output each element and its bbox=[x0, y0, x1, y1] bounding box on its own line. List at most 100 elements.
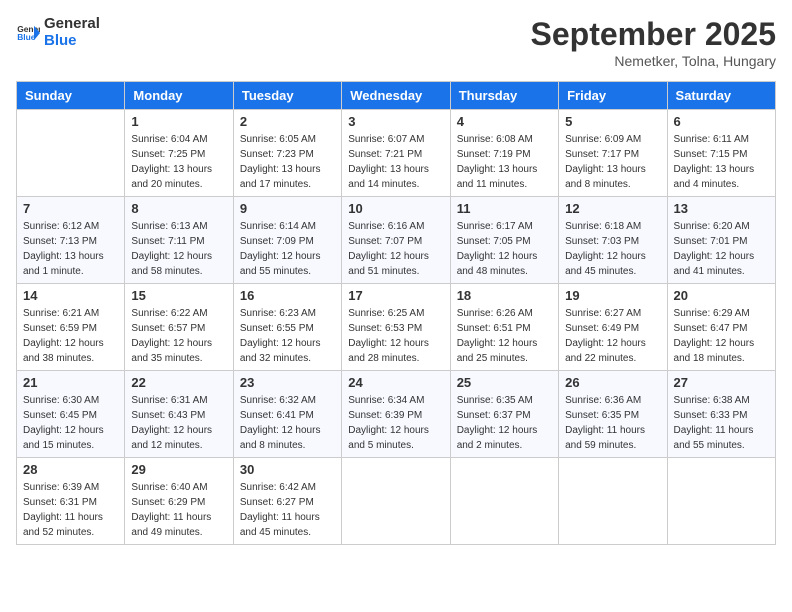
svg-text:Blue: Blue bbox=[17, 32, 36, 42]
day-number: 28 bbox=[23, 462, 118, 477]
day-info: Sunrise: 6:20 AMSunset: 7:01 PMDaylight:… bbox=[674, 219, 769, 279]
day-cell: 15 Sunrise: 6:22 AMSunset: 6:57 PMDayligh… bbox=[125, 284, 233, 371]
day-cell: 19 Sunrise: 6:27 AMSunset: 6:49 PMDayligh… bbox=[559, 284, 667, 371]
calendar-table: SundayMondayTuesdayWednesdayThursdayFrid… bbox=[16, 81, 776, 545]
day-info: Sunrise: 6:35 AMSunset: 6:37 PMDaylight:… bbox=[457, 393, 552, 453]
day-info: Sunrise: 6:12 AMSunset: 7:13 PMDaylight:… bbox=[23, 219, 118, 279]
day-cell: 17 Sunrise: 6:25 AMSunset: 6:53 PMDayligh… bbox=[342, 284, 450, 371]
day-info: Sunrise: 6:36 AMSunset: 6:35 PMDaylight:… bbox=[565, 393, 660, 453]
col-header-sunday: Sunday bbox=[17, 82, 125, 110]
day-info: Sunrise: 6:26 AMSunset: 6:51 PMDaylight:… bbox=[457, 306, 552, 366]
day-info: Sunrise: 6:13 AMSunset: 7:11 PMDaylight:… bbox=[131, 219, 226, 279]
day-info: Sunrise: 6:39 AMSunset: 6:31 PMDaylight:… bbox=[23, 480, 118, 540]
day-cell: 4 Sunrise: 6:08 AMSunset: 7:19 PMDaylight… bbox=[450, 110, 558, 197]
location-subtitle: Nemetker, Tolna, Hungary bbox=[531, 53, 776, 69]
day-info: Sunrise: 6:42 AMSunset: 6:27 PMDaylight:… bbox=[240, 480, 335, 540]
day-number: 12 bbox=[565, 201, 660, 216]
day-info: Sunrise: 6:04 AMSunset: 7:25 PMDaylight:… bbox=[131, 132, 226, 192]
day-cell: 13 Sunrise: 6:20 AMSunset: 7:01 PMDayligh… bbox=[667, 197, 775, 284]
day-cell: 27Sunrise: 6:38 AMSunset: 6:33 PMDayligh… bbox=[667, 371, 775, 458]
day-cell: 6Sunrise: 6:11 AMSunset: 7:15 PMDaylight… bbox=[667, 110, 775, 197]
day-info: Sunrise: 6:31 AMSunset: 6:43 PMDaylight:… bbox=[131, 393, 226, 453]
day-number: 19 bbox=[565, 288, 660, 303]
day-number: 25 bbox=[457, 375, 552, 390]
day-info: Sunrise: 6:22 AMSunset: 6:57 PMDaylight:… bbox=[131, 306, 226, 366]
logo-text-blue: Blue bbox=[44, 33, 100, 50]
day-cell: 22 Sunrise: 6:31 AMSunset: 6:43 PMDayligh… bbox=[125, 371, 233, 458]
title-block: September 2025 Nemetker, Tolna, Hungary bbox=[531, 16, 776, 69]
week-row-1: 1 Sunrise: 6:04 AMSunset: 7:25 PMDaylight… bbox=[17, 110, 776, 197]
day-info: Sunrise: 6:38 AMSunset: 6:33 PMDaylight:… bbox=[674, 393, 769, 453]
day-info: Sunrise: 6:29 AMSunset: 6:47 PMDaylight:… bbox=[674, 306, 769, 366]
logo: General Blue General Blue bbox=[16, 16, 100, 49]
day-number: 1 bbox=[131, 114, 226, 129]
day-number: 17 bbox=[348, 288, 443, 303]
col-header-thursday: Thursday bbox=[450, 82, 558, 110]
day-info: Sunrise: 6:09 AMSunset: 7:17 PMDaylight:… bbox=[565, 132, 660, 192]
day-cell: 18 Sunrise: 6:26 AMSunset: 6:51 PMDayligh… bbox=[450, 284, 558, 371]
day-info: Sunrise: 6:11 AMSunset: 7:15 PMDaylight:… bbox=[674, 132, 769, 192]
day-info: Sunrise: 6:08 AMSunset: 7:19 PMDaylight:… bbox=[457, 132, 552, 192]
day-cell: 10 Sunrise: 6:16 AMSunset: 7:07 PMDayligh… bbox=[342, 197, 450, 284]
day-number: 5 bbox=[565, 114, 660, 129]
day-info: Sunrise: 6:16 AMSunset: 7:07 PMDaylight:… bbox=[348, 219, 443, 279]
day-number: 26 bbox=[565, 375, 660, 390]
day-number: 11 bbox=[457, 201, 552, 216]
day-info: Sunrise: 6:14 AMSunset: 7:09 PMDaylight:… bbox=[240, 219, 335, 279]
day-info: Sunrise: 6:05 AMSunset: 7:23 PMDaylight:… bbox=[240, 132, 335, 192]
day-info: Sunrise: 6:07 AMSunset: 7:21 PMDaylight:… bbox=[348, 132, 443, 192]
day-cell bbox=[667, 458, 775, 545]
day-info: Sunrise: 6:18 AMSunset: 7:03 PMDaylight:… bbox=[565, 219, 660, 279]
day-cell: 23 Sunrise: 6:32 AMSunset: 6:41 PMDayligh… bbox=[233, 371, 341, 458]
day-cell: 14Sunrise: 6:21 AMSunset: 6:59 PMDayligh… bbox=[17, 284, 125, 371]
day-info: Sunrise: 6:25 AMSunset: 6:53 PMDaylight:… bbox=[348, 306, 443, 366]
day-info: Sunrise: 6:27 AMSunset: 6:49 PMDaylight:… bbox=[565, 306, 660, 366]
col-header-saturday: Saturday bbox=[667, 82, 775, 110]
week-row-5: 28 Sunrise: 6:39 AMSunset: 6:31 PMDayligh… bbox=[17, 458, 776, 545]
day-number: 2 bbox=[240, 114, 335, 129]
day-cell: 24Sunrise: 6:34 AMSunset: 6:39 PMDayligh… bbox=[342, 371, 450, 458]
day-cell bbox=[342, 458, 450, 545]
day-info: Sunrise: 6:32 AMSunset: 6:41 PMDaylight:… bbox=[240, 393, 335, 453]
day-number: 22 bbox=[131, 375, 226, 390]
day-cell bbox=[559, 458, 667, 545]
header-row: SundayMondayTuesdayWednesdayThursdayFrid… bbox=[17, 82, 776, 110]
day-cell: 20 Sunrise: 6:29 AMSunset: 6:47 PMDayligh… bbox=[667, 284, 775, 371]
page-header: General Blue General Blue September 2025… bbox=[16, 16, 776, 69]
day-cell: 30 Sunrise: 6:42 AMSunset: 6:27 PMDayligh… bbox=[233, 458, 341, 545]
day-number: 3 bbox=[348, 114, 443, 129]
day-number: 9 bbox=[240, 201, 335, 216]
day-cell: 8Sunrise: 6:13 AMSunset: 7:11 PMDaylight… bbox=[125, 197, 233, 284]
day-cell: 12 Sunrise: 6:18 AMSunset: 7:03 PMDayligh… bbox=[559, 197, 667, 284]
col-header-wednesday: Wednesday bbox=[342, 82, 450, 110]
day-cell: 7 Sunrise: 6:12 AMSunset: 7:13 PMDaylight… bbox=[17, 197, 125, 284]
day-number: 7 bbox=[23, 201, 118, 216]
day-cell: 1 Sunrise: 6:04 AMSunset: 7:25 PMDaylight… bbox=[125, 110, 233, 197]
logo-text-general: General bbox=[44, 16, 100, 33]
logo-icon: General Blue bbox=[16, 21, 40, 45]
day-number: 21 bbox=[23, 375, 118, 390]
day-cell: 16Sunrise: 6:23 AMSunset: 6:55 PMDayligh… bbox=[233, 284, 341, 371]
day-number: 15 bbox=[131, 288, 226, 303]
day-cell: 3 Sunrise: 6:07 AMSunset: 7:21 PMDaylight… bbox=[342, 110, 450, 197]
day-cell: 28 Sunrise: 6:39 AMSunset: 6:31 PMDayligh… bbox=[17, 458, 125, 545]
day-number: 20 bbox=[674, 288, 769, 303]
day-number: 23 bbox=[240, 375, 335, 390]
day-number: 4 bbox=[457, 114, 552, 129]
day-number: 30 bbox=[240, 462, 335, 477]
day-cell: 11 Sunrise: 6:17 AMSunset: 7:05 PMDayligh… bbox=[450, 197, 558, 284]
week-row-4: 21 Sunrise: 6:30 AMSunset: 6:45 PMDayligh… bbox=[17, 371, 776, 458]
day-number: 10 bbox=[348, 201, 443, 216]
day-number: 29 bbox=[131, 462, 226, 477]
day-cell: 9 Sunrise: 6:14 AMSunset: 7:09 PMDaylight… bbox=[233, 197, 341, 284]
day-cell bbox=[450, 458, 558, 545]
day-number: 18 bbox=[457, 288, 552, 303]
day-number: 13 bbox=[674, 201, 769, 216]
day-info: Sunrise: 6:17 AMSunset: 7:05 PMDaylight:… bbox=[457, 219, 552, 279]
day-cell: 29 Sunrise: 6:40 AMSunset: 6:29 PMDayligh… bbox=[125, 458, 233, 545]
col-header-tuesday: Tuesday bbox=[233, 82, 341, 110]
day-cell bbox=[17, 110, 125, 197]
week-row-3: 14Sunrise: 6:21 AMSunset: 6:59 PMDayligh… bbox=[17, 284, 776, 371]
day-info: Sunrise: 6:30 AMSunset: 6:45 PMDaylight:… bbox=[23, 393, 118, 453]
day-info: Sunrise: 6:40 AMSunset: 6:29 PMDaylight:… bbox=[131, 480, 226, 540]
